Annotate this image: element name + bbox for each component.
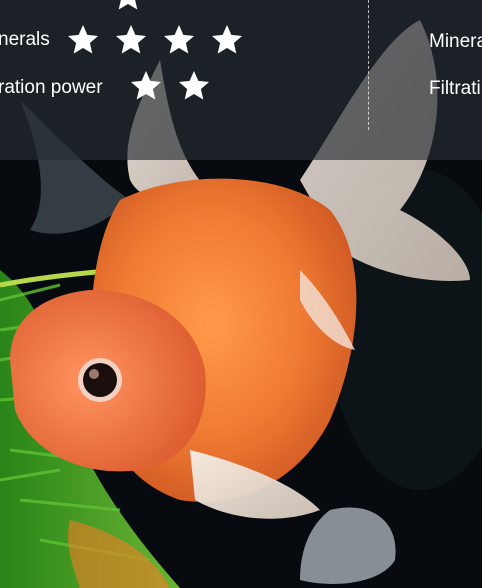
right-row-label-minerals: Minera — [429, 31, 482, 52]
left-row-label-minerals: nerals — [0, 29, 50, 50]
star-icon — [65, 22, 101, 58]
star-icon — [113, 22, 149, 58]
column-divider — [368, 0, 369, 130]
left-rating-filtration-power — [128, 68, 218, 108]
star-icon — [161, 22, 197, 58]
star-icon — [176, 68, 212, 104]
star-icon — [209, 22, 245, 58]
star-icon — [110, 0, 146, 14]
star-icon — [128, 68, 164, 104]
left-rating-minerals — [65, 22, 245, 62]
right-row-label-filtration: Filtrati — [429, 78, 481, 99]
left-row-label-filtration-power: ration power — [0, 77, 103, 98]
rating-row-partial — [110, 0, 150, 18]
